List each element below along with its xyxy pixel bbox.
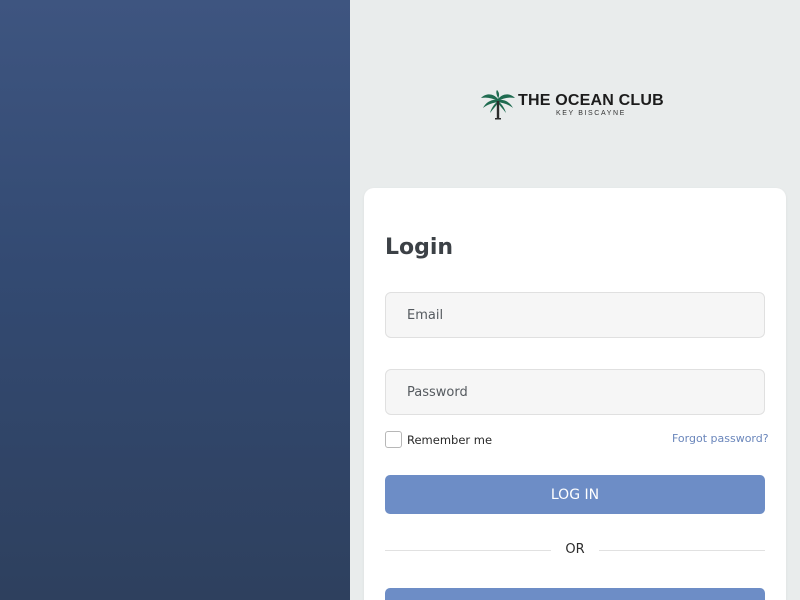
- alternate-login-button[interactable]: [385, 588, 765, 600]
- logo-subtitle: KEY BISCAYNE: [556, 110, 626, 117]
- password-field-container: [385, 369, 765, 415]
- left-hero-panel: [0, 0, 350, 600]
- forgot-password-link[interactable]: Forgot password?: [672, 432, 769, 445]
- login-button[interactable]: LOG IN: [385, 475, 765, 514]
- password-input[interactable]: [407, 384, 764, 400]
- palm-tree-icon: [481, 90, 515, 120]
- logo-name: THE OCEAN CLUB: [518, 92, 664, 109]
- or-divider: OR: [565, 542, 585, 557]
- divider-line-left: [385, 550, 551, 551]
- ocean-club-logo: THE OCEAN CLUB KEY BISCAYNE: [480, 88, 680, 122]
- email-field-container: [385, 292, 765, 338]
- login-title: Login: [385, 235, 454, 260]
- remember-me: Remember me: [385, 431, 492, 448]
- remember-me-checkbox[interactable]: [385, 431, 402, 448]
- email-input[interactable]: [407, 307, 764, 323]
- divider-line-right: [599, 550, 765, 551]
- remember-me-label: Remember me: [407, 432, 493, 447]
